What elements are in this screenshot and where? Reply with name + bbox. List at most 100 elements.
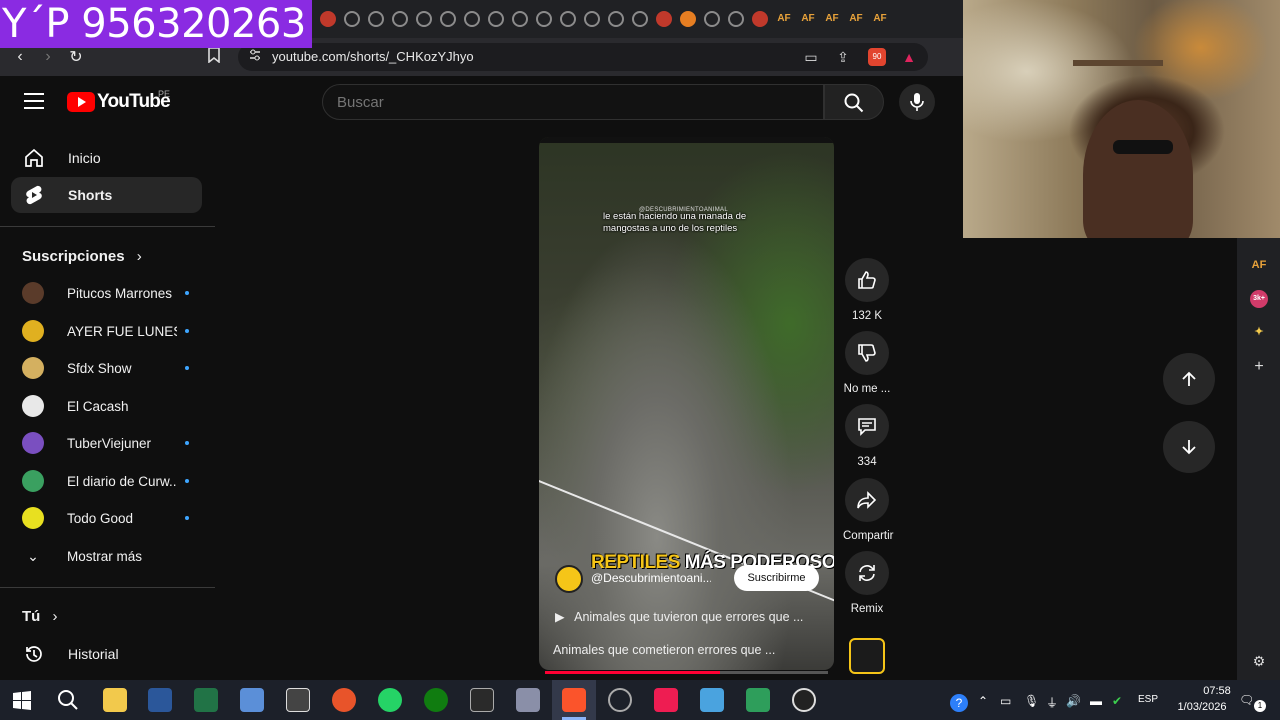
tab-favicon-af[interactable]: AF: [824, 11, 840, 27]
channel-avatar[interactable]: [555, 565, 583, 593]
sound-thumbnail[interactable]: [849, 638, 885, 674]
channel-handle[interactable]: @Descubrimientoani...: [591, 571, 711, 585]
tab-favicon[interactable]: [512, 11, 528, 27]
tab-favicon[interactable]: [320, 11, 336, 27]
subscription-item[interactable]: Sfdx Show: [22, 353, 192, 383]
remix-button[interactable]: Remix: [843, 551, 891, 615]
playlist-link[interactable]: ▶ Animales que tuvieron que errores que …: [555, 609, 803, 624]
tab-favicon[interactable]: [704, 11, 720, 27]
calculator-icon[interactable]: [240, 688, 264, 712]
show-more-button[interactable]: ⌄ Mostrar más: [22, 541, 192, 571]
search-button[interactable]: [824, 84, 884, 120]
excel-icon[interactable]: [194, 688, 218, 712]
xbox-icon[interactable]: [424, 688, 448, 712]
tab-favicon[interactable]: [416, 11, 432, 27]
tab-favicon[interactable]: [608, 11, 624, 27]
subscription-item[interactable]: TuberViejuner: [22, 428, 192, 458]
tray-green-icon[interactable]: ✔: [1112, 694, 1122, 708]
you-heading[interactable]: Tú ›: [22, 608, 58, 625]
battery-icon[interactable]: ▬: [1090, 694, 1102, 708]
subscription-item[interactable]: Todo Good: [22, 503, 192, 533]
sidebar-item-home[interactable]: Inicio: [11, 140, 202, 176]
obs-icon[interactable]: [608, 688, 632, 712]
volume-icon[interactable]: 🔊: [1066, 694, 1081, 708]
dislike-button[interactable]: No me ...: [843, 331, 891, 395]
share-button[interactable]: Compartir: [843, 478, 893, 542]
notification-badge-icon[interactable]: 3k+: [1250, 290, 1268, 308]
extension-af-icon[interactable]: AF: [1250, 256, 1268, 274]
search-icon[interactable]: [56, 688, 80, 712]
tab-favicon-af[interactable]: AF: [776, 11, 792, 27]
tab-favicon[interactable]: [560, 11, 576, 27]
clock-date[interactable]: 1/03/2026: [1172, 701, 1232, 713]
subscribe-button[interactable]: Suscribirme: [734, 565, 819, 591]
app-icon[interactable]: [746, 688, 770, 712]
youtube-logo[interactable]: YouTube: [67, 91, 171, 113]
tab-favicon[interactable]: [536, 11, 552, 27]
bookmark-icon[interactable]: [205, 47, 223, 65]
search-input[interactable]: [337, 94, 536, 111]
tab-favicon[interactable]: [344, 11, 360, 27]
sidebar-item-shorts[interactable]: Shorts: [11, 177, 202, 213]
tab-favicon[interactable]: [680, 11, 696, 27]
clock-time[interactable]: 07:58: [1187, 685, 1247, 697]
comments-button[interactable]: 334: [843, 404, 891, 468]
recording-app-icon[interactable]: [792, 688, 816, 712]
microphone-icon[interactable]: 🎙: [1024, 694, 1039, 708]
menu-icon[interactable]: [24, 93, 44, 111]
cast-icon[interactable]: ▭: [802, 48, 820, 66]
tab-favicon-af[interactable]: AF: [848, 11, 864, 27]
whatsapp-icon[interactable]: [378, 688, 402, 712]
extension-star-icon[interactable]: ✦: [1250, 323, 1268, 341]
tab-favicon[interactable]: [392, 11, 408, 27]
usb-icon[interactable]: ⏚: [1046, 694, 1058, 711]
tab-favicon[interactable]: [440, 11, 456, 27]
video-progress-bar[interactable]: [545, 671, 828, 674]
tray-app-icon[interactable]: ▭: [1000, 694, 1011, 708]
voice-search-button[interactable]: [899, 84, 935, 120]
brave-browser-icon[interactable]: [562, 688, 586, 712]
settings-gear-icon[interactable]: ⚙: [1250, 652, 1268, 670]
input-language[interactable]: ESP: [1138, 694, 1158, 705]
tab-favicon[interactable]: [488, 11, 504, 27]
game-controller-icon[interactable]: [516, 688, 540, 712]
chevron-up-icon[interactable]: ⌃: [978, 694, 988, 708]
word-icon[interactable]: [148, 688, 172, 712]
brave-rewards-icon[interactable]: ▲: [900, 48, 918, 66]
tab-favicon-af[interactable]: AF: [800, 11, 816, 27]
windows-start-icon[interactable]: [12, 690, 32, 710]
tab-favicon[interactable]: [464, 11, 480, 27]
tab-favicon[interactable]: [752, 11, 768, 27]
tab-favicon[interactable]: [656, 11, 672, 27]
video-editor-icon[interactable]: [286, 688, 310, 712]
tab-favicon[interactable]: [368, 11, 384, 27]
app-icon[interactable]: [700, 688, 724, 712]
file-explorer-icon[interactable]: [103, 688, 127, 712]
forward-icon[interactable]: ›: [34, 48, 62, 66]
share-icon[interactable]: ⇪: [834, 48, 852, 66]
subscriptions-heading[interactable]: Suscripciones ›: [22, 248, 142, 265]
subscription-item[interactable]: El Cacash: [22, 391, 192, 421]
back-icon[interactable]: ‹: [6, 48, 34, 66]
reload-icon[interactable]: ↻: [62, 47, 90, 67]
media-app-icon[interactable]: [332, 688, 356, 712]
previous-short-button[interactable]: [1163, 353, 1215, 405]
video-title[interactable]: Animales que cometieron errores que ...: [553, 643, 775, 657]
subscription-item[interactable]: Pitucos Marrones: [22, 278, 192, 308]
subscription-item[interactable]: El diario de Curw...: [22, 466, 192, 496]
like-button[interactable]: 132 K: [843, 258, 891, 322]
tab-favicon-af[interactable]: AF: [872, 11, 888, 27]
brave-shield-icon[interactable]: 90: [868, 48, 886, 66]
sidebar-item-history[interactable]: Historial: [11, 636, 202, 672]
address-bar[interactable]: youtube.com/shorts/_CHKozYJhyo ▭ ⇪ 90 ▲: [238, 43, 928, 71]
next-short-button[interactable]: [1163, 421, 1215, 473]
tab-favicon[interactable]: [584, 11, 600, 27]
tab-favicon[interactable]: [632, 11, 648, 27]
tab-favicon[interactable]: [728, 11, 744, 27]
site-settings-icon[interactable]: [246, 48, 264, 66]
epic-games-icon[interactable]: [470, 688, 494, 712]
short-video-player[interactable]: @DESCUBRIMIENTOANIMAL le están haciendo …: [539, 137, 834, 670]
subscription-item[interactable]: AYER FUE LUNES: [22, 316, 192, 346]
tiktok-icon[interactable]: [654, 688, 678, 712]
help-icon[interactable]: ?: [950, 694, 968, 712]
